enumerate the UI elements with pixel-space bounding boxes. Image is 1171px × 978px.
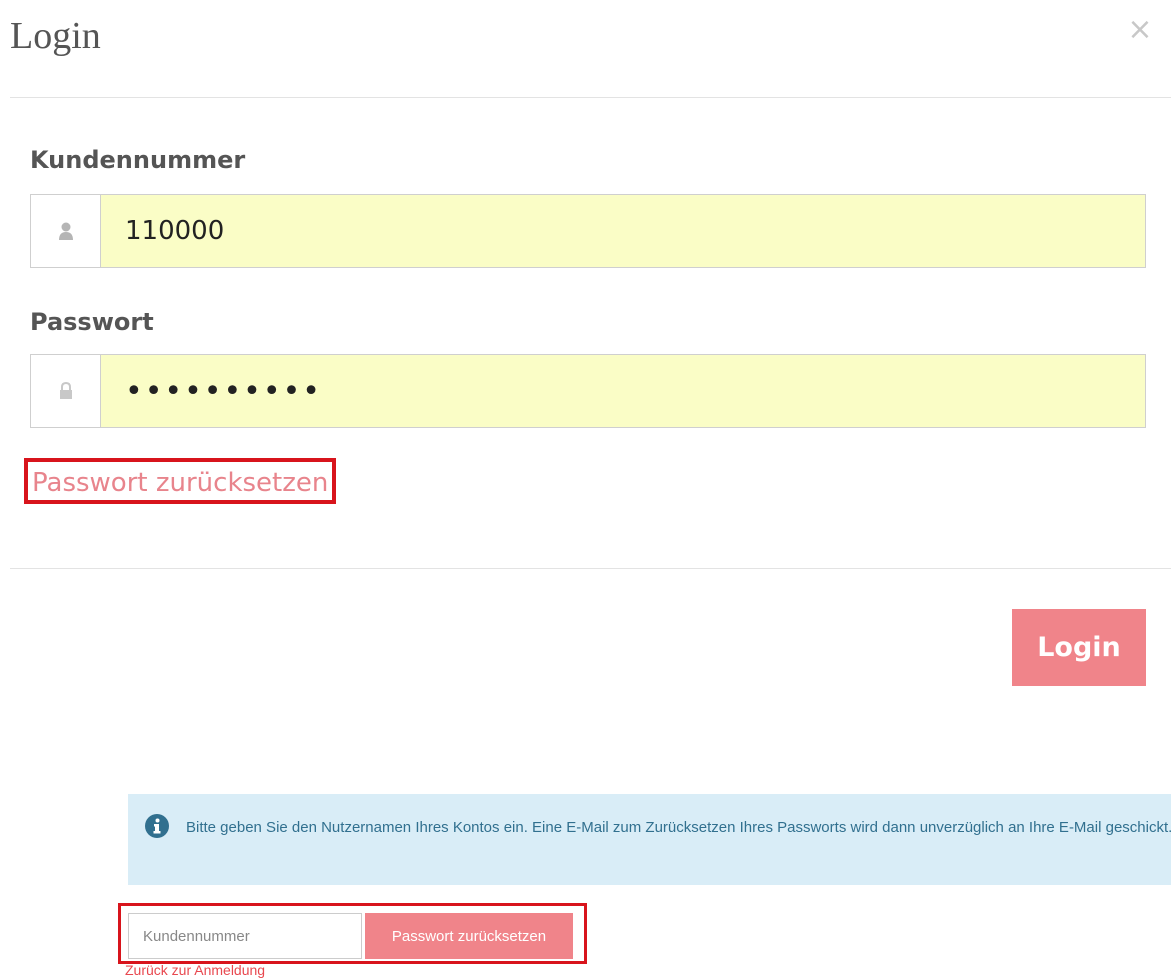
- reset-password-button[interactable]: Passwort zurücksetzen: [365, 913, 573, 959]
- info-icon: [145, 814, 169, 838]
- close-icon[interactable]: ×: [1127, 12, 1152, 47]
- forgot-password-link[interactable]: Passwort zurücksetzen: [24, 458, 337, 504]
- close-button[interactable]: ×: [1126, 15, 1154, 45]
- modal-title: Login: [10, 15, 101, 57]
- lock-icon: [59, 382, 72, 399]
- footer-divider: [10, 568, 1171, 569]
- reset-username-input[interactable]: [128, 913, 362, 959]
- password-input[interactable]: [101, 355, 1145, 427]
- username-input[interactable]: [101, 195, 1145, 267]
- username-input-group: [30, 194, 1146, 268]
- login-button[interactable]: Login: [1012, 609, 1146, 686]
- password-input-group: [30, 354, 1146, 428]
- username-label: Kundennummer: [30, 146, 246, 174]
- info-alert: Bitte geben Sie den Nutzernamen Ihres Ko…: [128, 794, 1171, 885]
- info-text: Bitte geben Sie den Nutzernamen Ihres Ko…: [186, 819, 1171, 836]
- back-to-login-link[interactable]: Zurück zur Anmeldung: [125, 962, 265, 978]
- password-addon: [31, 355, 101, 427]
- header-divider: [10, 97, 1171, 98]
- user-icon: [58, 222, 73, 240]
- username-addon: [31, 195, 101, 267]
- password-label: Passwort: [30, 308, 154, 336]
